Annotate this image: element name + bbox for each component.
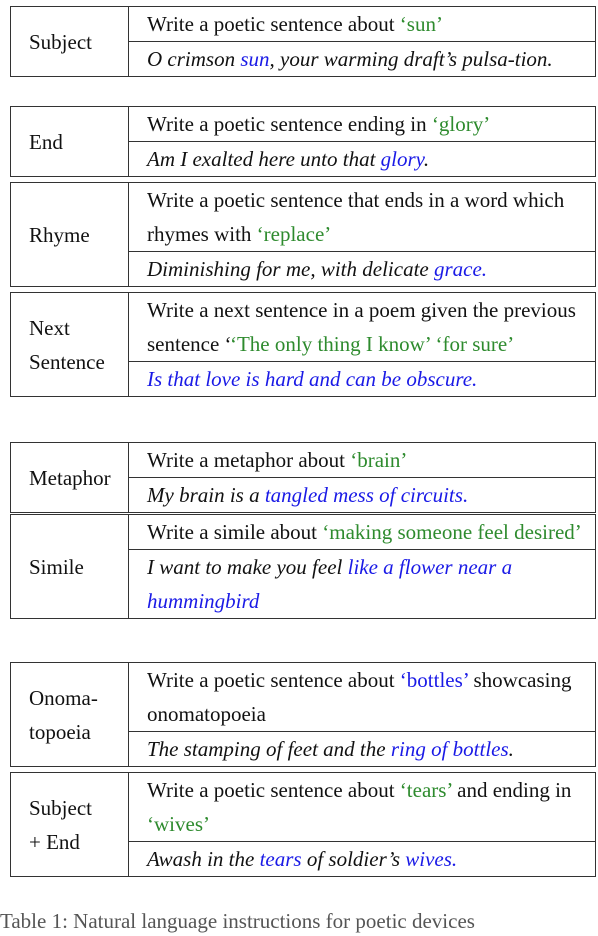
highlight-keyword: ‘making someone feel desired’ — [322, 520, 582, 544]
highlight-output: tears — [259, 847, 302, 871]
instruction-text: Write a metaphor about ‘brain’ — [129, 443, 595, 478]
text-run: Write a metaphor about — [147, 448, 351, 472]
highlight-keyword: ‘sun’ — [399, 12, 443, 36]
highlight-keyword: ‘glory’ — [431, 112, 491, 136]
instruction-text: Write a poetic sentence about ‘sun’ — [129, 7, 595, 42]
table-row: Next Sentence Write a next sentence in a p… — [10, 292, 596, 397]
text-run: Write a poetic sentence about — [147, 668, 400, 692]
highlight-output: tangled mess of circuits. — [264, 483, 469, 507]
highlight-output: ring of bottles — [390, 737, 509, 761]
text-run: My brain is a — [147, 483, 265, 507]
output-text: Diminishing for me, with delicate grace. — [129, 252, 595, 286]
highlight-output: grace. — [433, 257, 488, 281]
text-run: O crimson — [147, 47, 241, 71]
table-row: End Write a poetic sentence ending in ‘gl… — [10, 106, 596, 177]
table-row: Metaphor Write a metaphor about ‘brain’ My… — [10, 442, 596, 513]
highlight-output: glory — [380, 147, 424, 171]
device-label: Subject — [11, 7, 129, 76]
text-run: and ending in — [451, 778, 572, 802]
table-row: Onoma-topoeia Write a poetic sentence abo… — [10, 662, 596, 767]
highlight-keyword: ‘replace’ — [256, 222, 332, 246]
instruction-text: Write a next sentence in a poem given th… — [129, 293, 595, 362]
table-row: Simile Write a simile about ‘making someo… — [10, 514, 596, 619]
output-text: Is that love is hard and can be obscure. — [129, 362, 595, 396]
highlight-output: Is that love is hard and can be obscure. — [147, 367, 478, 391]
instruction-text: Write a poetic sentence about ‘tears’ an… — [129, 773, 595, 842]
highlight-keyword: ‘tears’ — [399, 778, 452, 802]
table-row: Subject Write a poetic sentence about ‘su… — [10, 6, 596, 77]
device-label: Subject + End — [11, 773, 129, 876]
text-run: of soldier’s — [301, 847, 406, 871]
output-text: My brain is a tangled mess of circuits. — [129, 478, 595, 512]
output-text: Am I exalted here unto that glory. — [129, 142, 595, 176]
output-text: I want to make you feel like a flower ne… — [129, 550, 595, 618]
text-run: Write a simile about — [147, 520, 323, 544]
text-run: Awash in the — [147, 847, 260, 871]
text-run: Diminishing for me, with delicate — [147, 257, 434, 281]
text-run: . — [423, 147, 430, 171]
highlight-output: sun — [240, 47, 270, 71]
device-label: Onoma-topoeia — [11, 663, 129, 766]
instruction-text: Write a poetic sentence that ends in a w… — [129, 183, 595, 252]
text-run: Am I exalted here unto that — [147, 147, 381, 171]
table-caption: Table 1: Natural language instructions f… — [0, 909, 475, 933]
instruction-text: Write a poetic sentence ending in ‘glory… — [129, 107, 595, 142]
device-label: Next Sentence — [11, 293, 129, 396]
text-run: Write a poetic sentence about — [147, 778, 400, 802]
text-run: Write a poetic sentence about — [147, 12, 400, 36]
text-run: I want to make you feel — [147, 555, 348, 579]
device-label: End — [11, 107, 129, 176]
table-row: Rhyme Write a poetic sentence that ends i… — [10, 182, 596, 287]
highlight-keyword: ‘The only thing I know’ ‘for sure’ — [229, 332, 515, 356]
device-label: Rhyme — [11, 183, 129, 286]
instruction-text: Write a simile about ‘making someone fee… — [129, 515, 595, 550]
output-text: Awash in the tears of soldier’s wives. — [129, 842, 595, 876]
device-label: Metaphor — [11, 443, 129, 512]
text-run: . — [508, 737, 514, 761]
highlight-keyword: ‘wives’ — [147, 812, 210, 836]
text-run: Write a poetic sentence ending in — [147, 112, 432, 136]
output-text: The stamping of feet and the ring of bot… — [129, 732, 595, 766]
text-run: The stamping of feet and the — [147, 737, 391, 761]
highlight-keyword: ‘brain’ — [350, 448, 408, 472]
text-run: , your warming draft’s pulsa-tion. — [269, 47, 553, 71]
table-row: Subject + End Write a poetic sentence abou… — [10, 772, 596, 877]
device-label: Simile — [11, 515, 129, 618]
instruction-text: Write a poetic sentence about ‘bottles’ … — [129, 663, 595, 732]
output-text: O crimson sun, your warming draft’s puls… — [129, 42, 595, 76]
highlight-output: ‘bottles’ — [399, 668, 469, 692]
text-run: Write a poetic sentence that ends in a w… — [147, 188, 565, 246]
highlight-output: wives. — [405, 847, 458, 871]
